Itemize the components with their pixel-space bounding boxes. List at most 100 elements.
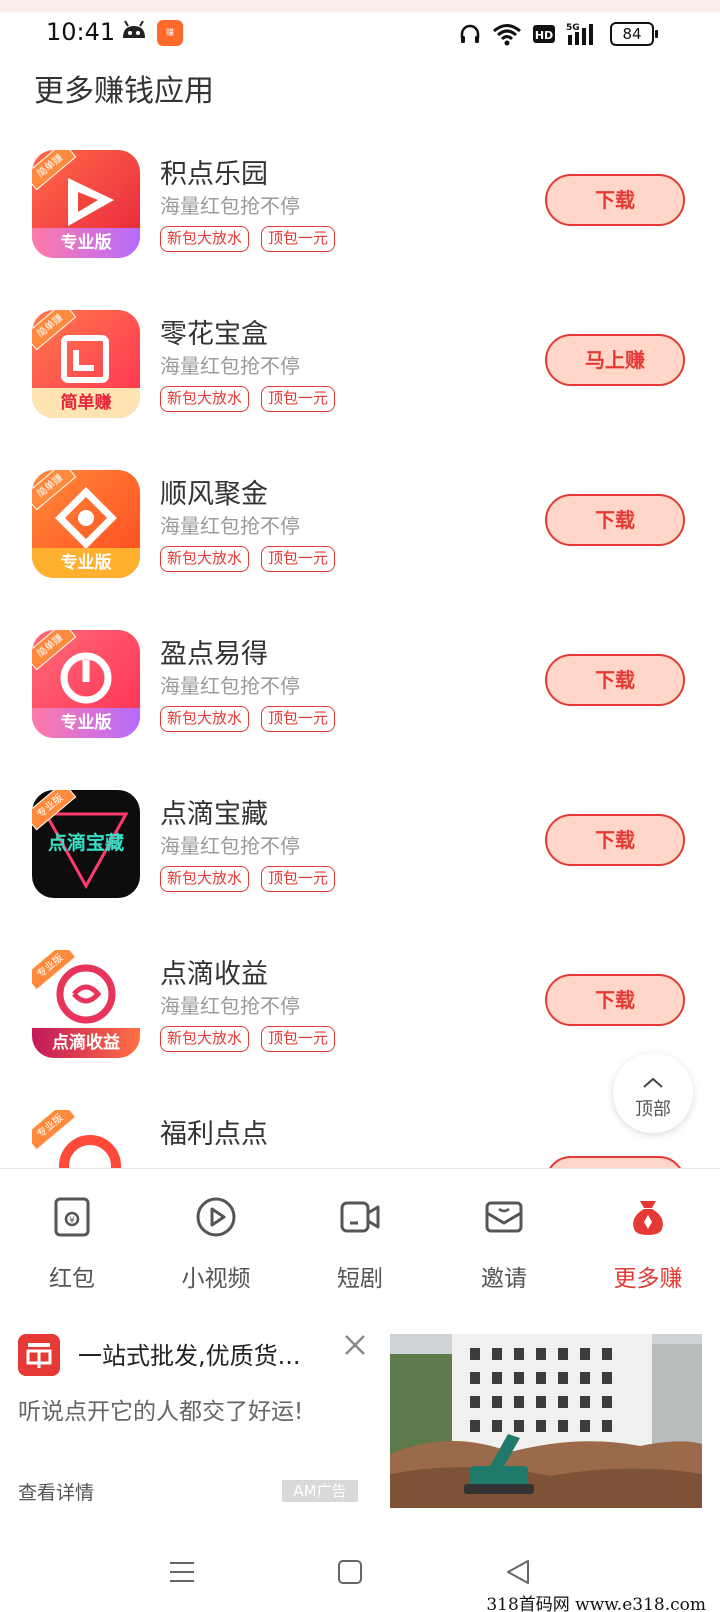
app-name: 积点乐园	[160, 159, 268, 190]
icon-band: 点滴宝藏	[47, 832, 124, 854]
tab-label: 短剧	[337, 1266, 383, 1292]
hd-icon: HD	[533, 25, 555, 43]
icon-band: 点滴收益	[32, 1028, 140, 1058]
tab-short-video[interactable]: 小视频	[144, 1169, 288, 1297]
ad-title: 一站式批发,优质货...	[78, 1342, 301, 1370]
home-square-icon[interactable]	[330, 1552, 370, 1592]
money-bag-icon	[633, 1201, 663, 1235]
back-triangle-icon[interactable]	[498, 1552, 538, 1592]
tab-short-drama[interactable]: 短剧	[288, 1169, 432, 1297]
app-icon: 简单赚 专业版	[32, 150, 140, 258]
app-subtitle: 海量红包抢不停	[160, 514, 300, 538]
chevron-up-icon	[643, 1077, 663, 1088]
tag-group: 新包大放水 顶包一元	[160, 866, 336, 892]
tag-group: 新包大放水 顶包一元	[160, 546, 336, 572]
ad-logo-icon	[18, 1334, 60, 1376]
svg-text:5G: 5G	[566, 23, 580, 33]
status-icons: HD 5G	[458, 20, 598, 48]
section-title: 更多赚钱应用	[34, 74, 214, 109]
tab-label: 更多赚	[613, 1266, 683, 1292]
tag: 顶包一元	[261, 866, 336, 892]
tab-label: 邀请	[481, 1266, 527, 1292]
tag-group: 新包大放水 顶包一元	[160, 706, 336, 732]
app-orange-icon: 赚	[157, 20, 183, 46]
status-bar: 10:41 赚 HD 5G 84	[0, 12, 720, 56]
app-name: 盈点易得	[160, 639, 268, 670]
list-item[interactable]: 简单赚 专业版 顺风聚金 海量红包抢不停 新包大放水 顶包一元 下载	[0, 458, 720, 618]
app-subtitle: 海量红包抢不停	[160, 194, 300, 218]
svg-text:¥: ¥	[69, 1216, 75, 1226]
app-robot-icon	[123, 20, 145, 38]
close-icon[interactable]	[340, 1330, 370, 1360]
app-name: 零花宝盒	[160, 319, 268, 350]
ad-description: 听说点开它的人都交了好运!	[18, 1399, 304, 1425]
app-icon: 简单赚 简单赚	[32, 310, 140, 418]
icon-band: 专业版	[32, 228, 140, 258]
earn-now-button[interactable]: 马上赚	[545, 334, 685, 386]
app-icon: 专业版	[32, 1110, 140, 1168]
envelope-icon	[485, 1201, 523, 1233]
back-to-top-label: 顶部	[635, 1099, 671, 1120]
status-time: 10:41	[46, 18, 116, 46]
menu-icon[interactable]	[162, 1552, 202, 1592]
wifi-icon	[493, 24, 521, 46]
list-item[interactable]: 专业版 点滴收益 点滴收益 海量红包抢不停 新包大放水 顶包一元 下载	[0, 938, 720, 1098]
app-icon: 点滴宝藏 专业版	[32, 790, 140, 898]
tag-group: 新包大放水 顶包一元	[160, 1026, 336, 1052]
tag: 顶包一元	[261, 1026, 336, 1052]
svg-text:HD: HD	[535, 29, 553, 42]
download-button[interactable]: 下载	[545, 814, 685, 866]
app-subtitle: 海量红包抢不停	[160, 834, 300, 858]
tag: 顶包一元	[261, 386, 336, 412]
bottom-tab-bar: ¥ 红包 小视频 短剧 邀请 更多赚	[0, 1168, 720, 1296]
top-strip	[0, 0, 720, 12]
app-icon: 专业版 点滴收益	[32, 950, 140, 1058]
watermark: 318首码网 www.e318.com	[486, 1595, 706, 1612]
app-name: 顺风聚金	[160, 479, 268, 510]
play-icon	[196, 1197, 236, 1237]
tag: 新包大放水	[160, 546, 250, 572]
back-to-top-button[interactable]: 顶部	[613, 1053, 693, 1133]
download-button[interactable]: 下载	[545, 494, 685, 546]
tag: 新包大放水	[160, 386, 250, 412]
headphones-icon	[460, 24, 480, 43]
app-name: 福利点点	[160, 1119, 268, 1150]
red-envelope-icon: ¥	[54, 1197, 90, 1237]
tag-group: 新包大放水 顶包一元	[160, 226, 336, 252]
list-item[interactable]: 简单赚 简单赚 零花宝盒 海量红包抢不停 新包大放水 顶包一元 马上赚	[0, 298, 720, 458]
list-item[interactable]: 专业版 福利点点	[0, 1098, 720, 1168]
app-icon: 简单赚 专业版	[32, 630, 140, 738]
list-item[interactable]: 简单赚 专业版 积点乐园 海量红包抢不停 新包大放水 顶包一元 下载	[0, 138, 720, 298]
tag: 顶包一元	[261, 546, 336, 572]
tag: 顶包一元	[261, 226, 336, 252]
app-name: 点滴宝藏	[160, 799, 268, 830]
tab-label: 小视频	[181, 1266, 251, 1292]
app-subtitle: 海量红包抢不停	[160, 354, 300, 378]
download-button[interactable]: 下载	[545, 974, 685, 1026]
video-camera-icon	[340, 1201, 380, 1233]
tag: 新包大放水	[160, 1026, 250, 1052]
icon-band: 专业版	[32, 548, 140, 578]
tag-group: 新包大放水 顶包一元	[160, 386, 336, 412]
ad-details-link[interactable]: 查看详情	[18, 1478, 94, 1505]
list-item[interactable]: 简单赚 专业版 盈点易得 海量红包抢不停 新包大放水 顶包一元 下载	[0, 618, 720, 778]
battery-icon: 84	[610, 22, 658, 46]
download-button[interactable]	[545, 1156, 685, 1168]
list-item[interactable]: 点滴宝藏 专业版 点滴宝藏 海量红包抢不停 新包大放水 顶包一元 下载	[0, 778, 720, 938]
tab-red-envelope[interactable]: ¥ 红包	[0, 1169, 144, 1297]
icon-band: 简单赚	[32, 388, 140, 418]
tag: 新包大放水	[160, 866, 250, 892]
ad-banner[interactable]: 一站式批发,优质货... 听说点开它的人都交了好运! 查看详情 AM广告	[0, 1312, 720, 1512]
ad-image	[390, 1334, 702, 1508]
tab-invite[interactable]: 邀请	[432, 1169, 576, 1297]
app-name: 点滴收益	[160, 959, 268, 990]
download-button[interactable]: 下载	[545, 654, 685, 706]
app-subtitle: 海量红包抢不停	[160, 674, 300, 698]
app-list: 简单赚 专业版 积点乐园 海量红包抢不停 新包大放水 顶包一元 下载 简单赚 简…	[0, 138, 720, 1168]
ad-badge: AM广告	[282, 1480, 358, 1502]
tab-more-earn[interactable]: 更多赚	[576, 1169, 720, 1297]
app-icon: 简单赚 专业版	[32, 470, 140, 578]
tag: 新包大放水	[160, 706, 250, 732]
download-button[interactable]: 下载	[545, 174, 685, 226]
tag: 新包大放水	[160, 226, 250, 252]
